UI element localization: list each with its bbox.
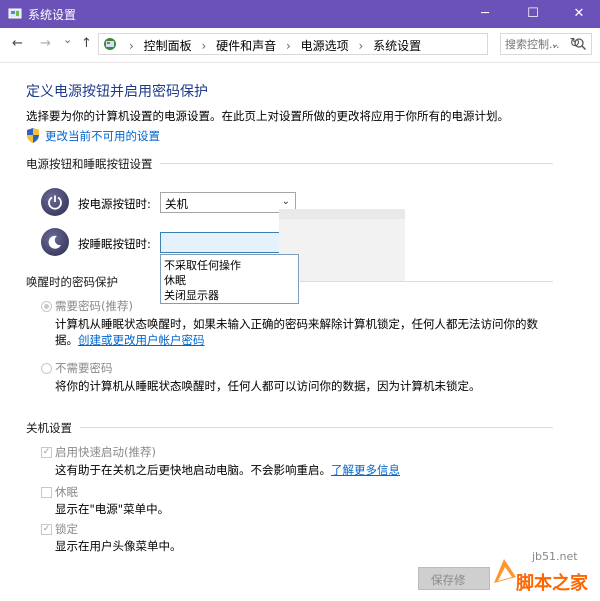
watermark-url: jb51.net: [532, 550, 578, 563]
password-group-title: 唤醒时的密码保护: [26, 275, 118, 289]
content-area: 定义电源按钮并启用密码保护 选择要为你的计算机设置的电源设置。在此页上对设置所做…: [0, 63, 600, 601]
window-title: 系统设置: [28, 8, 77, 22]
breadcrumb[interactable]: › 控制面板 › 硬件和声音 › 电源选项 › 系统设置 ⌄ ↻: [98, 33, 580, 55]
close-button[interactable]: ✕: [556, 0, 600, 28]
require-password-desc-end: 据。: [55, 333, 78, 347]
hibernate-checkbox[interactable]: [41, 487, 52, 498]
no-password-desc: 将你的计算机从睡眠状态唤醒时，任何人都可以访问你的数据，因为计算机未锁定。: [55, 379, 481, 393]
address-bar: ← → ⌄ ↑ › 控制面板 › 硬件和声音 › 电源选项 › 系统设置 ⌄ ↻: [0, 28, 600, 63]
blurred-overlay-top: [279, 209, 405, 219]
search-box[interactable]: [500, 33, 592, 55]
sleep-option-do-nothing[interactable]: 不采取任何操作: [164, 257, 241, 273]
divider: [300, 281, 553, 282]
search-input[interactable]: [503, 36, 577, 52]
save-changes-button[interactable]: 保存修: [418, 567, 490, 590]
control-panel-icon: [8, 8, 22, 19]
sleep-button-select[interactable]: [160, 232, 280, 253]
watermark-logo-icon: [494, 559, 516, 583]
recent-locations-icon[interactable]: ⌄: [63, 33, 72, 46]
hibernate-desc: 显示在"电源"菜单中。: [55, 502, 170, 516]
divider: [160, 163, 553, 164]
fast-startup-desc: 这有助于在关机之后更快地启动电脑。不会影响重启。: [55, 463, 331, 477]
sleep-option-turn-off-display[interactable]: 关闭显示器: [164, 287, 219, 303]
page-description: 选择要为你的计算机设置的电源设置。在此页上对设置所做的更改将应用于你所有的电源计…: [26, 109, 509, 123]
title-bar: 系统设置 ─ ☐ ✕: [0, 0, 600, 28]
up-arrow-icon[interactable]: ↑: [81, 36, 92, 51]
chevron-down-icon: ⌄: [281, 196, 290, 207]
hibernate-label: 休眠: [55, 485, 78, 499]
require-password-desc: 计算机从睡眠状态唤醒时，如果未输入正确的密码来解除计算机锁定，任何人都无法访问你…: [55, 317, 538, 331]
sleep-options-dropdown[interactable]: 不采取任何操作 休眠 关闭显示器: [160, 254, 299, 304]
no-password-label: 不需要密码: [55, 361, 113, 375]
breadcrumb-control-panel[interactable]: 控制面板: [144, 39, 192, 53]
power-button-label: 按电源按钮时:: [78, 197, 151, 211]
lock-label: 锁定: [55, 522, 78, 536]
forward-arrow-icon[interactable]: →: [40, 36, 51, 51]
change-unavailable-settings-link[interactable]: 更改当前不可用的设置: [45, 128, 160, 144]
save-changes-label: 保存修: [431, 573, 466, 587]
search-icon[interactable]: [573, 37, 587, 51]
uac-shield-icon: [27, 128, 39, 143]
lock-desc: 显示在用户头像菜单中。: [55, 539, 182, 553]
watermark-name: 脚本之家: [516, 573, 588, 594]
minimize-button[interactable]: ─: [462, 0, 508, 28]
fast-startup-label: 启用快速启动(推荐): [55, 445, 156, 459]
breadcrumb-system-settings[interactable]: 系统设置: [373, 39, 421, 53]
lock-checkbox[interactable]: ✓: [41, 524, 52, 535]
page-title: 定义电源按钮并启用密码保护: [26, 84, 208, 100]
maximize-button[interactable]: ☐: [510, 0, 556, 28]
sleep-button-icon: [41, 228, 69, 256]
shutdown-group-title: 关机设置: [26, 421, 72, 435]
control-panel-icon: [104, 38, 116, 50]
site-watermark: jb51.net 脚本之家: [492, 533, 600, 601]
fast-startup-checkbox[interactable]: ✓: [41, 447, 52, 458]
learn-more-link[interactable]: 了解更多信息: [331, 463, 400, 477]
require-password-label: 需要密码(推荐): [55, 299, 133, 313]
breadcrumb-power-options[interactable]: 电源选项: [301, 39, 349, 53]
divider: [80, 427, 553, 428]
no-password-radio[interactable]: [41, 363, 52, 374]
power-button-value: 关机: [165, 197, 188, 211]
change-password-link[interactable]: 创建或更改用户帐户密码: [78, 333, 205, 347]
power-button-icon: [41, 188, 69, 216]
sleep-button-label: 按睡眠按钮时:: [78, 237, 151, 251]
power-buttons-group-title: 电源按钮和睡眠按钮设置: [26, 157, 153, 171]
back-arrow-icon[interactable]: ←: [12, 36, 23, 51]
require-password-radio[interactable]: [41, 301, 52, 312]
power-button-select[interactable]: 关机 ⌄: [160, 192, 296, 213]
breadcrumb-hardware-sound[interactable]: 硬件和声音: [216, 39, 276, 53]
sleep-option-hibernate[interactable]: 休眠: [164, 272, 186, 288]
